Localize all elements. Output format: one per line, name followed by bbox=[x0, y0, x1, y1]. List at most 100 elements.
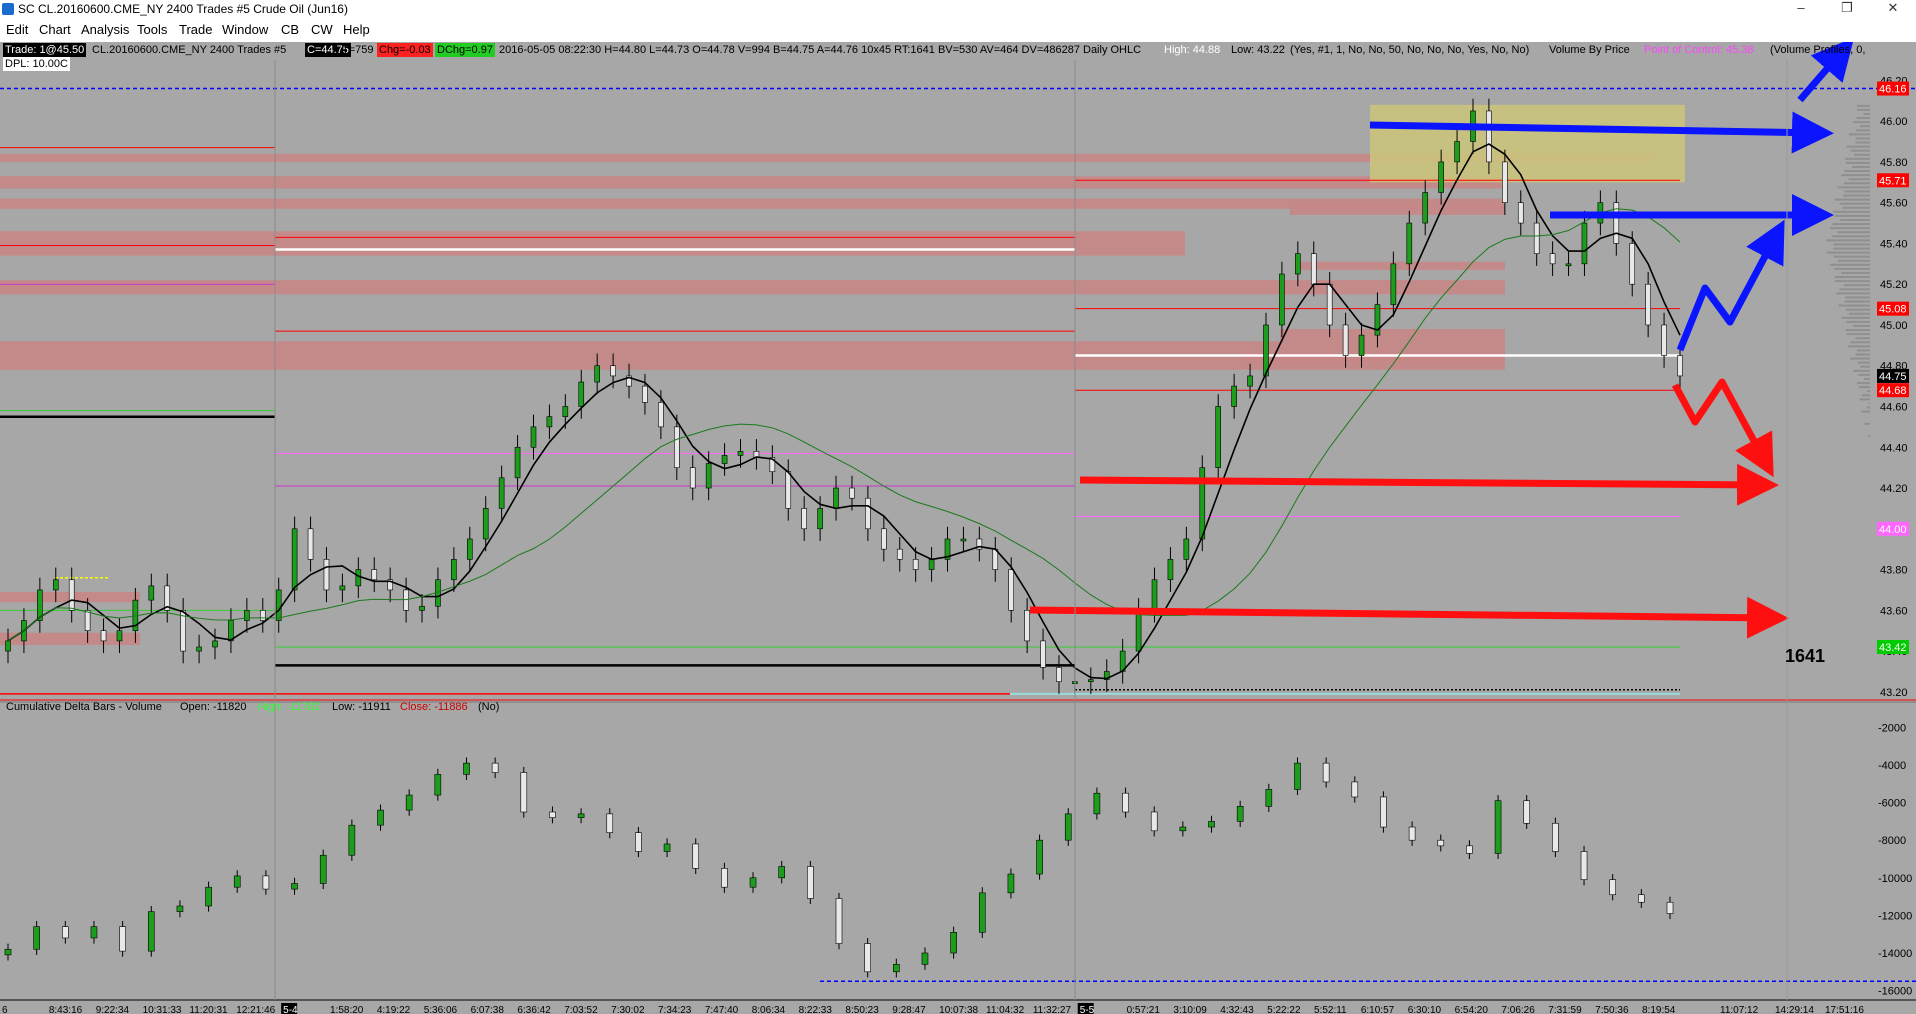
minimize-icon[interactable]: – bbox=[1778, 0, 1824, 18]
time-tick-label: 6:07:38 bbox=[471, 1005, 505, 1014]
price-candle bbox=[1549, 253, 1556, 265]
volume-profile-bar bbox=[1866, 390, 1870, 393]
volume-profile-bar bbox=[1849, 357, 1870, 360]
volume-profile-bar bbox=[1839, 288, 1870, 291]
price-candle bbox=[578, 381, 585, 407]
price-candle bbox=[1533, 222, 1540, 254]
price-candle bbox=[1135, 610, 1142, 652]
time-tick-label: 7:47:40 bbox=[705, 1005, 739, 1014]
volume-profile-bar bbox=[1834, 280, 1870, 283]
price-candle bbox=[1517, 202, 1524, 224]
volume-profile-bar bbox=[1864, 422, 1870, 425]
price-candle bbox=[1040, 640, 1046, 668]
price-candle bbox=[52, 579, 59, 591]
delta-bar bbox=[1466, 845, 1473, 854]
price-marker-label: 45.71 bbox=[1879, 175, 1907, 187]
price-tick-label: 45.60 bbox=[1880, 198, 1908, 210]
time-tick-label: 8:22:33 bbox=[799, 1005, 833, 1014]
volume-profile bbox=[1826, 104, 1870, 438]
menu-item-cb[interactable]: CB bbox=[281, 22, 299, 37]
menu-item-chart[interactable]: Chart bbox=[39, 22, 71, 37]
volume-profile-bar bbox=[1852, 324, 1870, 327]
delta-bar bbox=[520, 772, 528, 813]
trade-count: T=759 bbox=[342, 44, 374, 56]
time-tick-label: 0:57:21 bbox=[1127, 1005, 1161, 1014]
volume-profile-bar bbox=[1855, 353, 1870, 356]
menu-bar: Edit Chart Analysis Tools Trade Window CB CW Hel… bbox=[0, 18, 1916, 42]
time-tick-label: 7:30:02 bbox=[611, 1005, 645, 1014]
price-candle bbox=[833, 487, 839, 509]
price-candle bbox=[514, 446, 521, 479]
delta-bar bbox=[1408, 826, 1416, 841]
menu-item-analysis[interactable]: Analysis bbox=[81, 22, 129, 37]
menu-item-cw[interactable]: CW bbox=[311, 22, 333, 37]
window-titlebar: SC CL.20160600.CME_NY 2400 Trades #5 Cru… bbox=[0, 0, 1916, 18]
price-candle bbox=[849, 487, 855, 499]
delta-bar bbox=[1036, 839, 1043, 875]
delta-tick-label: -4000 bbox=[1878, 760, 1906, 772]
delta-bar bbox=[463, 762, 470, 775]
price-candle bbox=[737, 451, 744, 456]
daily-change-badge: DChg=0.97 bbox=[435, 43, 495, 57]
price-candle bbox=[355, 569, 362, 587]
delta-bar bbox=[807, 866, 814, 899]
delta-bar bbox=[1351, 781, 1359, 798]
volume-profile-bar bbox=[1859, 398, 1870, 401]
delta-bar bbox=[778, 866, 785, 879]
price-candle bbox=[466, 538, 473, 560]
delta-bar bbox=[577, 813, 585, 818]
volume-profile-bar bbox=[1852, 369, 1870, 372]
price-candle bbox=[482, 508, 489, 540]
point-of-control: Point of Control: 45.38 bbox=[1644, 44, 1754, 56]
price-candle bbox=[689, 467, 696, 489]
price-candle bbox=[1151, 579, 1158, 611]
volume-profile-bar bbox=[1834, 198, 1870, 201]
delta-bar bbox=[33, 926, 40, 950]
menu-item-tools[interactable]: Tools bbox=[137, 22, 167, 37]
volume-profile-bar bbox=[1856, 349, 1870, 352]
time-tick-label: 5:52:11 bbox=[1314, 1005, 1347, 1014]
volume-profile-bar bbox=[1840, 218, 1870, 221]
volume-profile-bar bbox=[1844, 190, 1870, 193]
menu-item-window[interactable]: Window bbox=[222, 22, 268, 37]
time-tick-label: 10:07:38 bbox=[939, 1005, 978, 1014]
time-tick-label: 5-5 bbox=[1080, 1005, 1095, 1014]
chart-area[interactable]: 46.2046.0045.8045.6045.4045.2045.0044.80… bbox=[0, 42, 1916, 1014]
price-candle bbox=[116, 630, 123, 642]
delta-tick-label: -14000 bbox=[1878, 948, 1912, 960]
price-candle bbox=[896, 548, 903, 560]
menu-item-edit[interactable]: Edit bbox=[6, 22, 28, 37]
price-candle bbox=[498, 477, 505, 509]
price-candle bbox=[912, 559, 919, 570]
volume-profile-bar bbox=[1857, 108, 1870, 111]
volume-profile-bar bbox=[1837, 231, 1870, 234]
volume-profile-bar bbox=[1845, 157, 1870, 160]
price-candle bbox=[5, 640, 11, 652]
resistance-zone bbox=[0, 198, 1505, 209]
price-candle bbox=[1502, 161, 1508, 203]
price-candle bbox=[1565, 263, 1572, 267]
red-arrow bbox=[1671, 378, 1774, 478]
delta-bar bbox=[1294, 762, 1301, 790]
price-candle bbox=[1231, 385, 1237, 407]
delta-bar bbox=[1064, 813, 1072, 841]
time-tick-label: 6:36:42 bbox=[517, 1005, 551, 1014]
time-tick-label: 7:34:23 bbox=[658, 1005, 692, 1014]
delta-bar bbox=[377, 809, 384, 826]
restore-icon[interactable]: ❐ bbox=[1824, 0, 1870, 18]
menu-item-help[interactable]: Help bbox=[343, 22, 370, 37]
resistance-zone bbox=[0, 231, 1185, 256]
supply-zone bbox=[1370, 104, 1685, 183]
app-icon bbox=[2, 3, 14, 15]
delta-tick-label: -16000 bbox=[1878, 986, 1912, 998]
time-tick-label: 7:03:52 bbox=[564, 1005, 598, 1014]
price-candle bbox=[1056, 667, 1062, 682]
close-icon[interactable]: ✕ bbox=[1870, 0, 1916, 18]
volume-profile-bar bbox=[1850, 149, 1870, 152]
menu-item-trade[interactable]: Trade bbox=[179, 22, 212, 37]
red-arrow bbox=[1079, 463, 1779, 506]
annotation-count: 1641 bbox=[1785, 646, 1826, 666]
delta-bar bbox=[1666, 901, 1674, 914]
volume-profile-bar bbox=[1848, 178, 1870, 181]
price-candle bbox=[196, 646, 202, 652]
